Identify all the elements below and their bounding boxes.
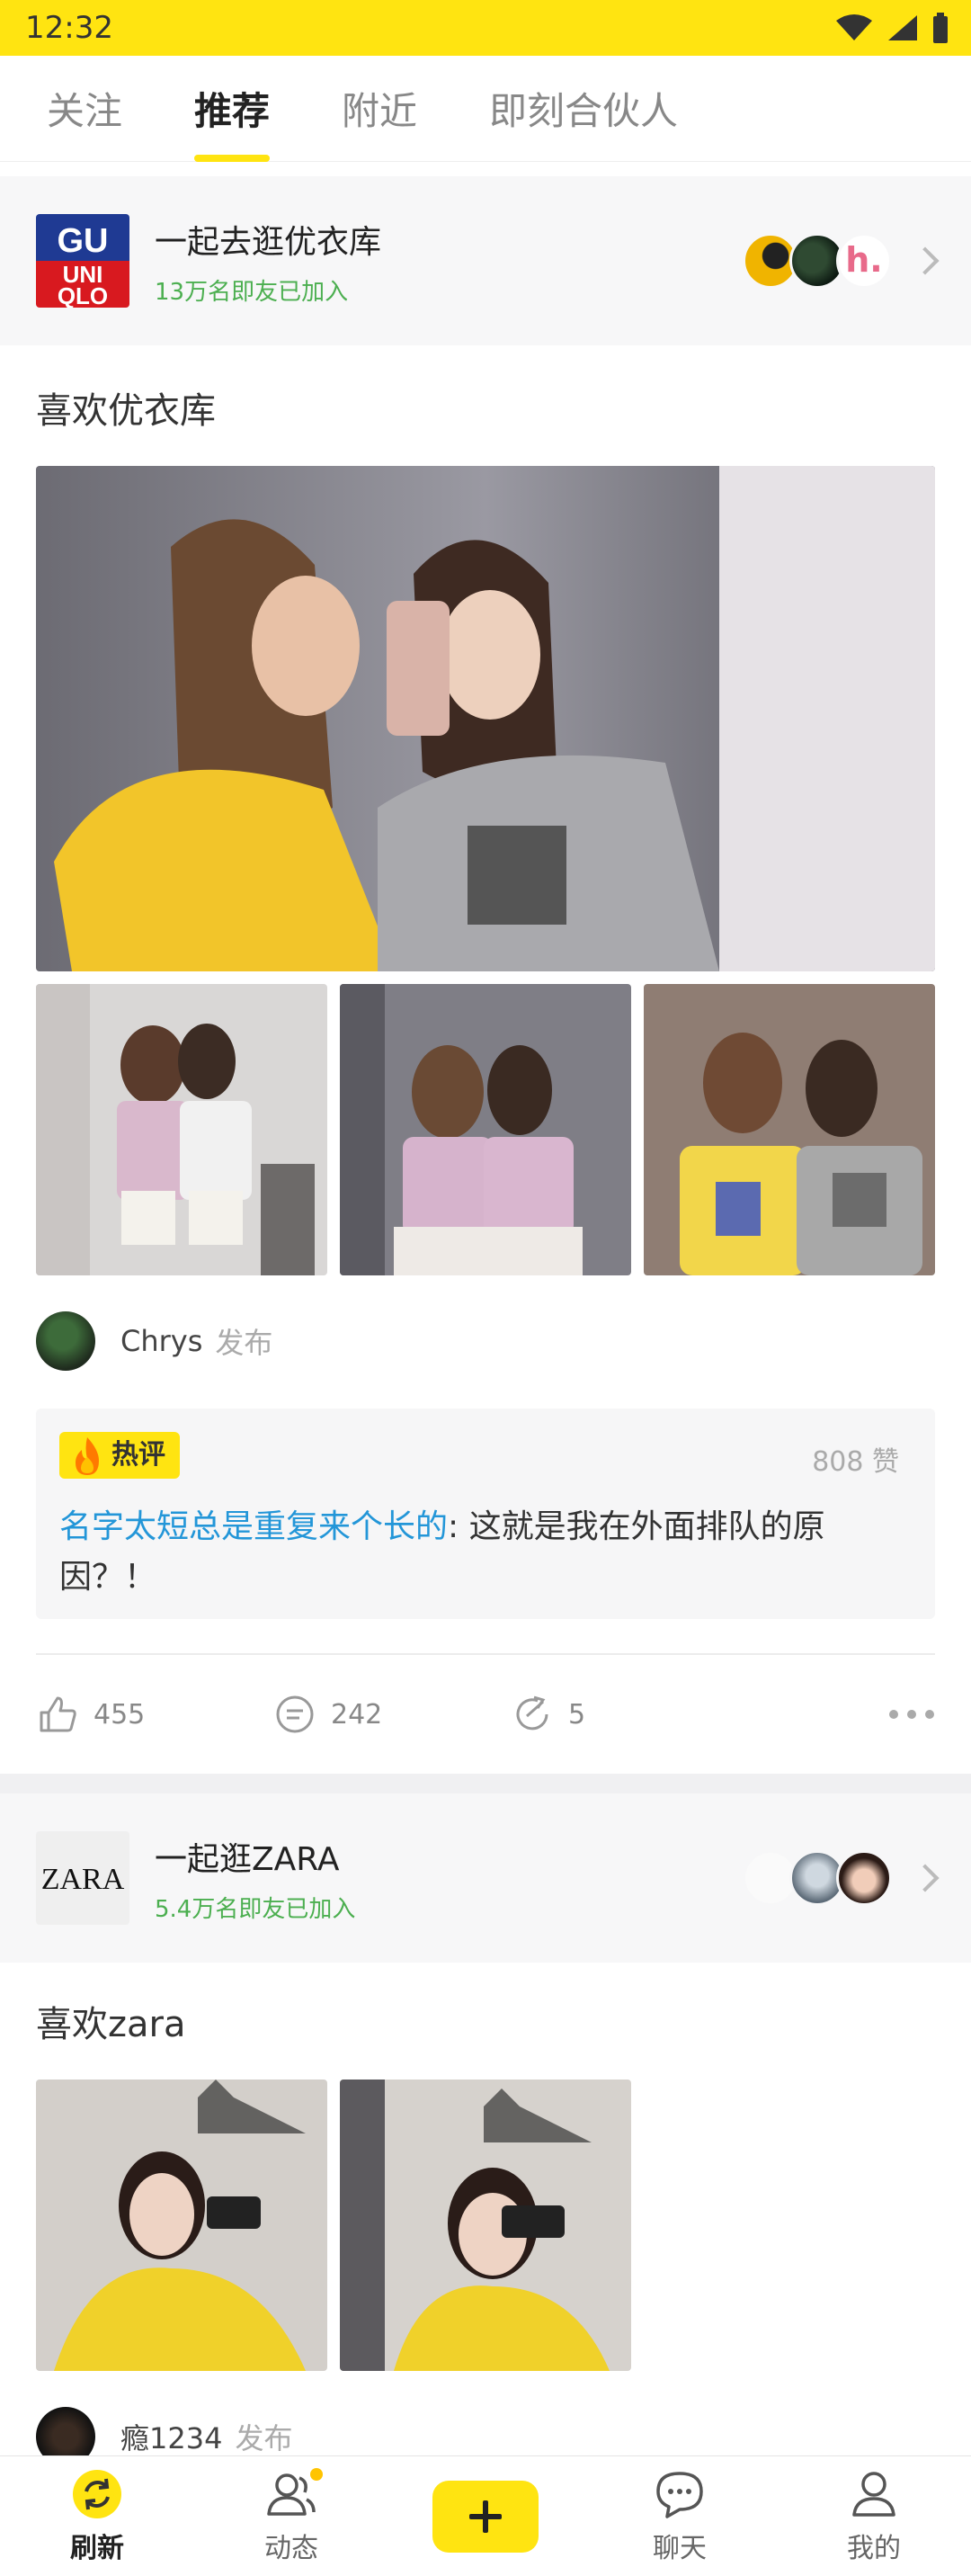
share-icon bbox=[516, 1695, 548, 1731]
refresh-icon bbox=[71, 2468, 123, 2520]
notification-dot bbox=[310, 2467, 323, 2481]
nav-label: 聊天 bbox=[653, 2532, 707, 2564]
hot-comment-text: 名字太短总是重复来个长的: 这就是我在外面排队的原因？！ bbox=[59, 1502, 869, 1603]
topic-bar-zara[interactable]: ZARA 一起逛ZARA 5.4万名即友已加入 bbox=[0, 1793, 971, 1963]
post-title: 喜欢zara bbox=[36, 2004, 186, 2045]
post-thumbnail[interactable] bbox=[340, 2080, 631, 2371]
topic-info: 一起去逛优衣库 13万名即友已加入 bbox=[155, 216, 752, 307]
more-horizontal-icon bbox=[889, 1709, 934, 1719]
post-main-image[interactable] bbox=[36, 466, 935, 971]
comment-button[interactable]: 242 bbox=[273, 1693, 511, 1736]
bottom-nav: 刷新 动态 聊天 我的 bbox=[0, 2455, 971, 2576]
wifi-icon bbox=[836, 14, 872, 40]
nav-label: 我的 bbox=[847, 2532, 901, 2564]
topic-member-count: 5.4万名即友已加入 bbox=[155, 1895, 356, 1923]
tab-partner[interactable]: 即刻合伙人 bbox=[489, 56, 678, 162]
nav-profile[interactable]: 我的 bbox=[784, 2468, 964, 2565]
author-name[interactable]: 瘾1234 bbox=[120, 2416, 222, 2457]
hot-comment-user[interactable]: 名字太短总是重复来个长的 bbox=[59, 1508, 448, 1545]
hot-comment-likes: 808 赞 bbox=[812, 1446, 899, 1478]
author-name[interactable]: Chrys bbox=[120, 1324, 202, 1358]
top-tabs: 关注 推荐 附近 即刻合伙人 bbox=[0, 56, 971, 162]
tab-nearby[interactable]: 附近 bbox=[342, 56, 417, 162]
member-avatars: h. bbox=[743, 233, 892, 289]
author-action: 发布 bbox=[215, 1326, 273, 1360]
zara-logo: ZARA bbox=[36, 1831, 129, 1925]
post-thumbnail[interactable] bbox=[644, 984, 935, 1275]
uniqlo-logo: GU UNI QLO bbox=[36, 214, 129, 308]
chevron-right-icon bbox=[911, 246, 940, 275]
signal-icon bbox=[888, 15, 917, 40]
share-button[interactable]: 5 bbox=[511, 1693, 748, 1736]
nav-feed[interactable]: 动态 bbox=[201, 2467, 381, 2565]
author-action: 发布 bbox=[235, 2421, 293, 2455]
post-thumbnail[interactable] bbox=[340, 984, 631, 1275]
thumbs-up-icon bbox=[40, 1696, 76, 1732]
battery-icon bbox=[933, 13, 948, 43]
like-button[interactable]: 455 bbox=[36, 1693, 273, 1736]
hot-comment-card[interactable]: 热评 808 赞 名字太短总是重复来个长的: 这就是我在外面排队的原因？！ bbox=[36, 1409, 935, 1619]
plus-icon bbox=[432, 2480, 539, 2553]
share-count: 5 bbox=[568, 1698, 586, 1731]
status-time: 12:32 bbox=[25, 10, 113, 46]
profile-icon bbox=[851, 2468, 897, 2520]
hot-comment-badge: 热评 bbox=[59, 1432, 180, 1479]
divider bbox=[36, 1653, 935, 1655]
svg-text:GU: GU bbox=[58, 222, 109, 260]
status-icons bbox=[834, 13, 949, 43]
svg-text:ZARA: ZARA bbox=[41, 1863, 125, 1896]
chevron-right-icon bbox=[911, 1864, 940, 1892]
topic-bar-uniqlo[interactable]: GU UNI QLO 一起去逛优衣库 13万名即友已加入 h. bbox=[0, 176, 971, 345]
avatar: h. bbox=[836, 233, 892, 289]
tab-recommend[interactable]: 推荐 bbox=[194, 56, 271, 162]
section-separator bbox=[0, 1774, 971, 1793]
topic-name: 一起去逛优衣库 bbox=[155, 223, 382, 261]
avatar[interactable] bbox=[36, 1311, 95, 1371]
hot-comment-badge-label: 热评 bbox=[111, 1439, 165, 1471]
avatar bbox=[836, 1850, 892, 1906]
comment-icon bbox=[276, 1695, 314, 1733]
nav-refresh[interactable]: 刷新 bbox=[7, 2468, 187, 2565]
like-count: 455 bbox=[94, 1698, 146, 1731]
post-thumbnail[interactable] bbox=[36, 984, 327, 1275]
nav-label: 刷新 bbox=[70, 2532, 124, 2564]
topic-member-count: 13万名即友已加入 bbox=[155, 278, 349, 306]
post-thumbnail[interactable] bbox=[36, 2080, 327, 2371]
nav-create[interactable] bbox=[396, 2480, 575, 2553]
chat-icon bbox=[655, 2468, 705, 2520]
people-icon bbox=[265, 2467, 323, 2520]
status-bar: 12:32 bbox=[0, 0, 971, 56]
member-avatars bbox=[743, 1850, 892, 1906]
topic-name: 一起逛ZARA bbox=[155, 1840, 340, 1878]
tab-follow[interactable]: 关注 bbox=[47, 56, 122, 162]
flame-icon bbox=[76, 1437, 99, 1475]
svg-text:QLO: QLO bbox=[58, 282, 108, 308]
nav-chat[interactable]: 聊天 bbox=[590, 2468, 770, 2565]
topic-info: 一起逛ZARA 5.4万名即友已加入 bbox=[155, 1833, 752, 1924]
post-author[interactable]: Chrys 发布 bbox=[36, 1311, 272, 1371]
nav-label: 动态 bbox=[264, 2532, 318, 2564]
comment-count: 242 bbox=[331, 1698, 383, 1731]
post-title: 喜欢优衣库 bbox=[36, 390, 216, 432]
post-actions: 455 242 5 bbox=[36, 1687, 935, 1741]
more-options-button[interactable] bbox=[888, 1706, 935, 1723]
